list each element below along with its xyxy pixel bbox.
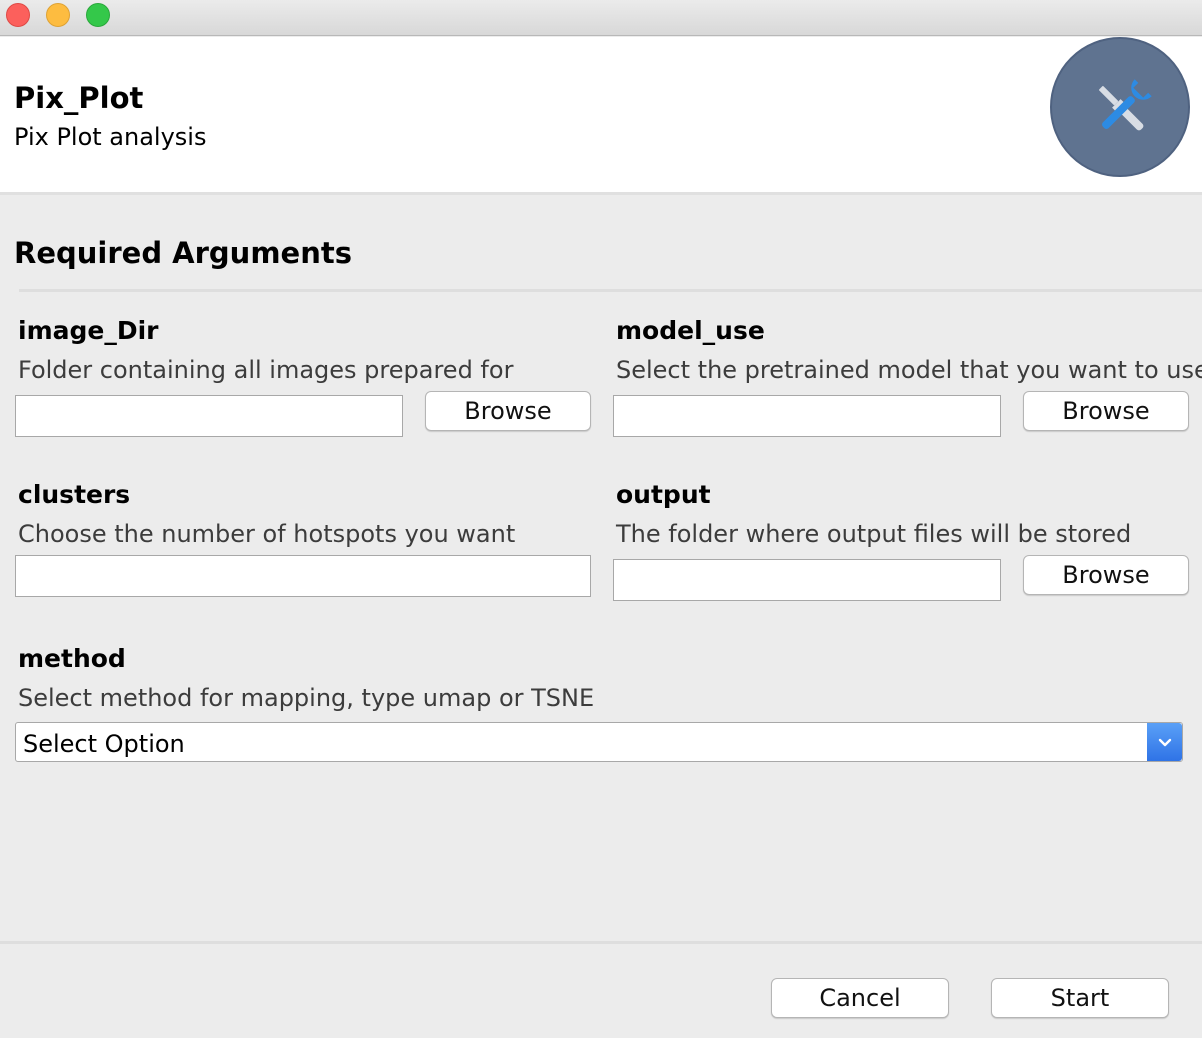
start-button[interactable]: Start <box>991 978 1169 1018</box>
section-divider <box>19 289 1202 292</box>
model-use-input[interactable] <box>613 395 1001 437</box>
chevron-down-icon[interactable] <box>1147 723 1182 761</box>
footer-divider <box>0 941 1202 944</box>
image-dir-label: image_Dir <box>18 316 159 345</box>
app-title: Pix_Plot <box>14 81 144 115</box>
clusters-description: Choose the number of hotspots you want <box>18 520 516 548</box>
model-use-label: model_use <box>616 316 765 345</box>
app-subtitle: Pix Plot analysis <box>14 123 207 151</box>
window-titlebar <box>0 0 1202 36</box>
zoom-window-button[interactable] <box>86 3 110 27</box>
close-window-button[interactable] <box>6 3 30 27</box>
output-description: The folder where output files will be st… <box>616 520 1132 548</box>
output-input[interactable] <box>613 559 1001 601</box>
image-dir-input[interactable] <box>15 395 403 437</box>
tools-icon <box>1050 37 1190 177</box>
app-header: Pix_Plot Pix Plot analysis <box>0 37 1202 195</box>
output-browse-button[interactable]: Browse <box>1023 555 1189 595</box>
model-use-description: Select the pretrained model that you wan… <box>616 356 1202 384</box>
clusters-label: clusters <box>18 480 131 509</box>
output-label: output <box>616 480 711 509</box>
image-dir-browse-button[interactable]: Browse <box>425 391 591 431</box>
image-dir-description: Folder containing all images prepared fo… <box>18 356 514 384</box>
method-select[interactable]: Select Option <box>15 722 1183 762</box>
clusters-input[interactable] <box>15 555 591 597</box>
cancel-button[interactable]: Cancel <box>771 978 949 1018</box>
model-use-browse-button[interactable]: Browse <box>1023 391 1189 431</box>
method-select-value: Select Option <box>23 730 185 758</box>
method-label: method <box>18 644 126 673</box>
minimize-window-button[interactable] <box>46 3 70 27</box>
method-description: Select method for mapping, type umap or … <box>18 684 595 712</box>
section-title: Required Arguments <box>14 236 352 270</box>
